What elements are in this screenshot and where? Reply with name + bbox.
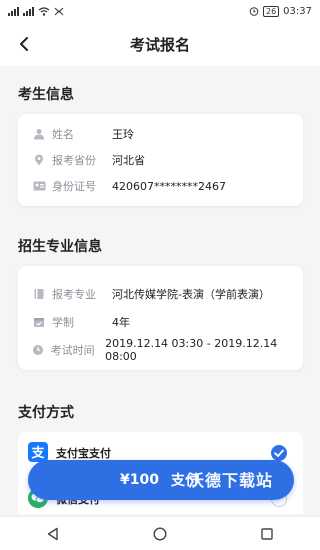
square-recents-icon bbox=[260, 527, 273, 540]
name-value: 王玲 bbox=[112, 128, 134, 141]
triangle-back-icon bbox=[48, 527, 59, 540]
candidate-row-id: 身份证号 420607********2467 bbox=[32, 176, 293, 196]
candidate-section-title: 考生信息 bbox=[18, 87, 74, 103]
alipay-label: 支付宝支付 bbox=[56, 447, 111, 460]
book-icon bbox=[32, 287, 46, 301]
major-info-card: 报考专业 河北传媒学院-表演（学前表演） 学制 4年 考试时间 2019.12.… bbox=[18, 266, 303, 370]
exam-time-label: 考试时间 bbox=[50, 344, 95, 357]
nav-home-button[interactable] bbox=[146, 520, 174, 548]
location-pin-icon bbox=[32, 153, 46, 167]
id-value: 420607********2467 bbox=[112, 179, 226, 193]
province-label: 报考省份 bbox=[52, 154, 96, 167]
nav-recents-button[interactable] bbox=[253, 520, 281, 548]
name-label: 姓名 bbox=[52, 128, 74, 141]
battery-icon: 26 bbox=[262, 5, 280, 17]
major-row-program: 报考专业 河北传媒学院-表演（学前表演） bbox=[32, 284, 293, 304]
program-label: 报考专业 bbox=[52, 288, 96, 301]
signal-2-icon bbox=[23, 6, 34, 16]
header-bar: 考试报名 bbox=[0, 22, 320, 66]
major-row-exam-time: 考试时间 2019.12.14 03:30 - 2019.12.14 08:00 bbox=[32, 337, 293, 363]
nav-back-button[interactable] bbox=[39, 520, 67, 548]
major-row-duration: 学制 4年 bbox=[32, 312, 293, 332]
person-icon bbox=[32, 127, 46, 141]
program-value: 河北传媒学院-表演（学前表演） bbox=[112, 288, 270, 301]
alarm-icon bbox=[249, 7, 259, 16]
calendar-icon bbox=[32, 315, 46, 329]
candidate-row-province: 报考省份 河北省 bbox=[32, 150, 293, 170]
province-value: 河北省 bbox=[112, 154, 145, 167]
status-left bbox=[8, 6, 65, 16]
notification-icon bbox=[54, 7, 64, 15]
payment-section-title: 支付方式 bbox=[18, 405, 74, 421]
clock-icon bbox=[32, 343, 45, 357]
svg-text:支: 支 bbox=[30, 445, 45, 461]
page-title: 考试报名 bbox=[129, 35, 190, 54]
candidate-row-name: 姓名 王玲 bbox=[32, 124, 293, 144]
watermark: 沃德下载站 bbox=[188, 471, 274, 490]
major-section-title: 招生专业信息 bbox=[18, 239, 102, 255]
wifi-icon bbox=[38, 6, 50, 16]
clock-time: 03:37 bbox=[283, 5, 312, 17]
circle-home-icon bbox=[153, 526, 167, 541]
system-nav-bar bbox=[0, 516, 320, 550]
exam-time-value: 2019.12.14 03:30 - 2019.12.14 08:00 bbox=[105, 337, 278, 363]
status-right: 26 03:37 bbox=[249, 5, 312, 17]
id-label: 身份证号 bbox=[52, 180, 96, 193]
signal-icon bbox=[8, 6, 19, 16]
status-bar: 26 03:37 bbox=[0, 0, 320, 22]
candidate-info-card: 姓名 王玲 报考省份 河北省 身份证号 420607********2467 bbox=[18, 114, 303, 206]
alipay-radio[interactable] bbox=[271, 445, 287, 461]
back-button[interactable] bbox=[10, 30, 38, 58]
pay-amount: ¥100 bbox=[120, 472, 159, 488]
duration-label: 学制 bbox=[52, 316, 74, 329]
id-card-icon bbox=[32, 179, 46, 193]
chevron-left-icon bbox=[20, 37, 28, 51]
duration-value: 4年 bbox=[112, 316, 130, 329]
